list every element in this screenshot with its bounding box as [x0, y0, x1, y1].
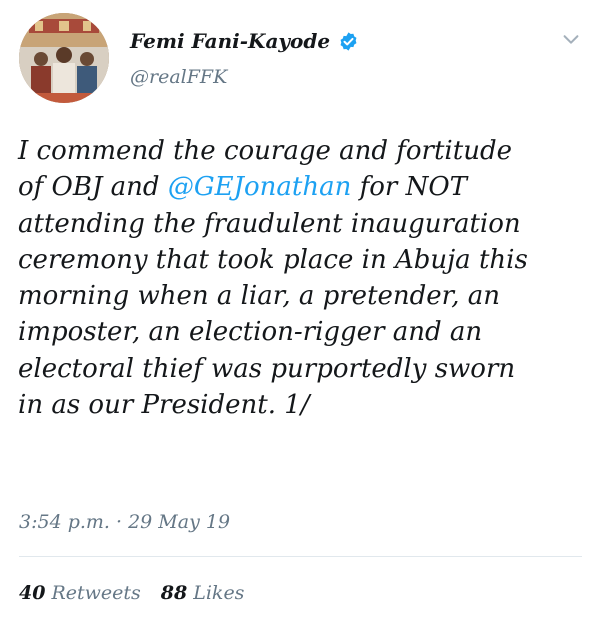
avatar[interactable] — [19, 13, 109, 103]
chevron-down-icon[interactable] — [560, 28, 582, 50]
tweet-line: morning when a liar, a pretender, an — [18, 278, 586, 314]
mention-link[interactable]: @GEJonathan — [168, 172, 352, 202]
retweets-stat[interactable]: 40 Retweets — [19, 582, 141, 604]
verified-badge-icon — [338, 31, 359, 52]
tweet-text-segment: imposter, an election-rigger and an — [18, 317, 483, 348]
tweet-text-segment: for NOT — [351, 172, 467, 203]
tweet-line: imposter, an election-rigger and an — [18, 314, 586, 350]
tweet-line: I commend the courage and fortitude — [18, 133, 586, 169]
engagement-stats: 40 Retweets 88 Likes — [19, 582, 244, 604]
tweet-text-segment: of OBJ and — [18, 172, 168, 203]
likes-count: 88 — [160, 582, 188, 604]
tweet-card: Femi Fani-Kayode @realFFK I commend the … — [0, 0, 600, 617]
likes-label: Likes — [193, 582, 245, 604]
tweet-text-segment: attending the fraudulent inauguration — [18, 208, 521, 239]
tweet-line: electoral thief was purportedly sworn — [18, 351, 586, 387]
tweet-text-segment: electoral thief was purportedly sworn — [18, 353, 516, 384]
tweet-text-segment: ceremony that took place in Abuja this — [18, 244, 528, 275]
tweet-line: of OBJ and @GEJonathan for NOT — [18, 169, 586, 205]
likes-stat[interactable]: 88 Likes — [161, 582, 245, 604]
tweet-line: in as our President. 1/ — [18, 387, 586, 423]
tweet-text-segment: in as our President. 1/ — [18, 390, 310, 421]
tweet-line: ceremony that took place in Abuja this — [18, 242, 586, 278]
tweet-text-segment: morning when a liar, a pretender, an — [18, 281, 501, 312]
tweet-text: I commend the courage and fortitude of O… — [18, 133, 586, 423]
author-handle[interactable]: @realFFK — [130, 66, 227, 88]
author-display-name[interactable]: Femi Fani-Kayode — [130, 29, 330, 53]
avatar-photo — [19, 13, 109, 103]
retweets-count: 40 — [19, 582, 46, 604]
divider — [19, 556, 582, 557]
tweet-line: attending the fraudulent inauguration — [18, 206, 586, 242]
author-name-row: Femi Fani-Kayode — [130, 26, 359, 56]
tweet-text-segment: I commend the courage and fortitude — [18, 136, 512, 166]
tweet-timestamp[interactable]: 3:54 p.m. · 29 May 19 — [19, 511, 230, 533]
retweets-label: Retweets — [51, 582, 141, 604]
